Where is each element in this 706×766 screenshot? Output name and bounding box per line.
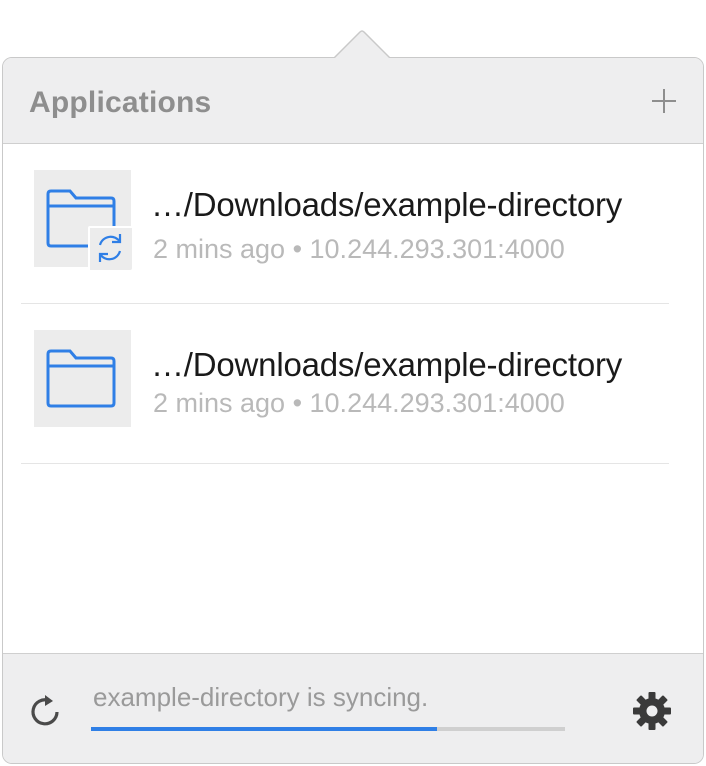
item-path: …/Downloads/example-directory [151,346,623,383]
sync-badge [88,226,132,270]
sync-status-text: example-directory is syncing. [93,682,429,712]
sync-icon [98,234,122,262]
folder-icon [46,349,116,408]
popover-arrow [334,30,390,60]
item-meta: 2 mins ago • 10.244.293.301:4000 [153,388,565,418]
plus-icon[interactable] [647,84,681,118]
item-path: …/Downloads/example-directory [151,186,623,223]
list-item[interactable]: …/Downloads/example-directory 2 mins ago… [21,144,669,304]
folder-thumbnail [34,170,132,270]
refresh-icon[interactable] [27,692,65,730]
footer: example-directory is syncing. [3,653,703,763]
sync-progress-fill [91,727,438,731]
directory-list: …/Downloads/example-directory 2 mins ago… [3,144,703,464]
sync-progress-bar [91,727,565,731]
header-title: Applications [29,86,212,119]
list-item[interactable]: …/Downloads/example-directory 2 mins ago… [21,304,669,464]
folder-thumbnail [34,330,131,427]
header: Applications [3,58,703,144]
gear-icon[interactable] [631,690,673,732]
item-meta: 2 mins ago • 10.244.293.301:4000 [153,234,565,264]
app-panel: Applications …/Downloads/example-directo… [2,57,704,764]
